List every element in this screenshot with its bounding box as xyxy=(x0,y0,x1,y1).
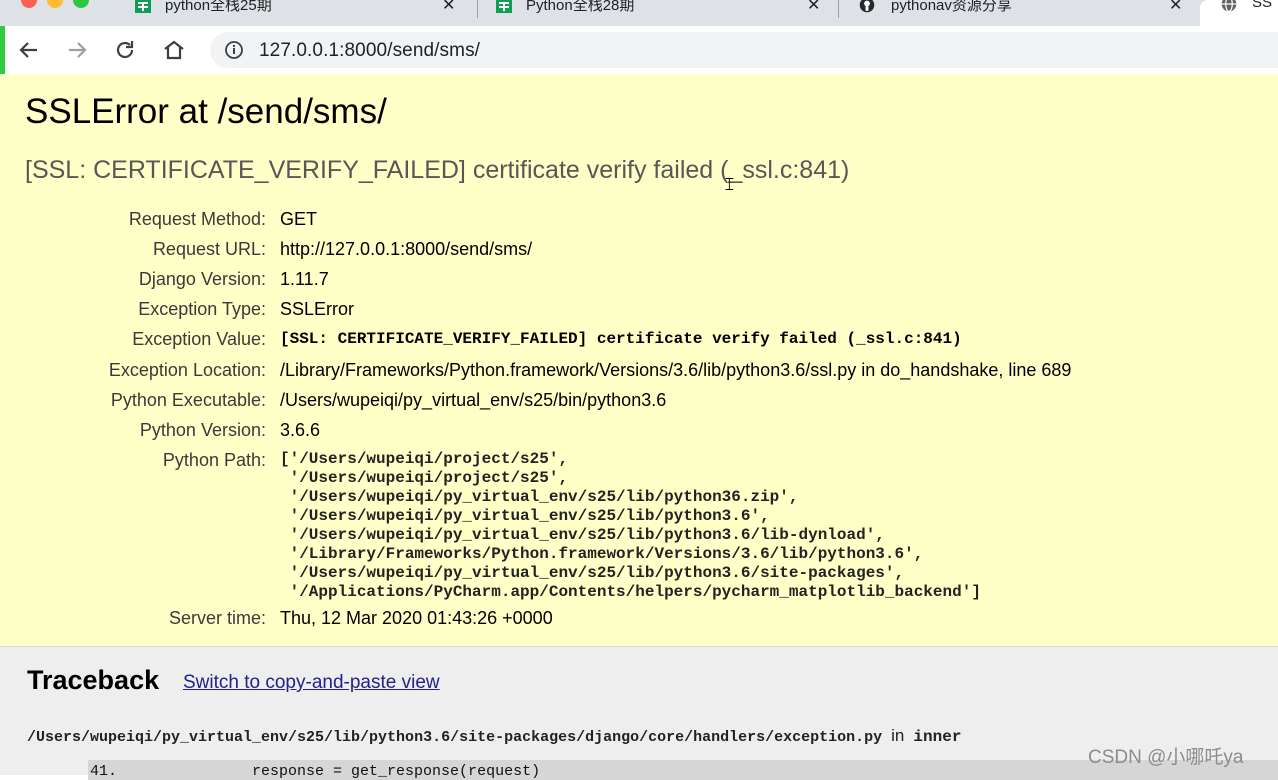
meta-value: 3.6.6 xyxy=(280,420,321,440)
meta-value: [SSL: CERTIFICATE_VERIFY_FAILED] certifi… xyxy=(280,330,962,348)
tab-close-icon[interactable]: ✕ xyxy=(1169,0,1182,15)
tab-title: SS xyxy=(1252,0,1273,11)
browser-toolbar: 127.0.0.1:8000/send/sms/ xyxy=(0,26,1278,74)
meta-value: /Users/wupeiqi/py_virtual_env/s25/bin/py… xyxy=(280,390,667,410)
meta-label: Python Executable: xyxy=(110,390,266,410)
meta-label: Python Version: xyxy=(139,420,266,440)
reload-icon xyxy=(116,41,134,59)
meta-label: Exception Location: xyxy=(108,360,266,380)
sheets-icon xyxy=(496,0,512,13)
window-close-button[interactable] xyxy=(21,0,37,8)
meta-label: Request URL: xyxy=(152,239,266,259)
traceback-title: Traceback xyxy=(27,665,160,695)
csdn-watermark: CSDN @小哪吒ya xyxy=(1088,747,1244,768)
window-minimize-button[interactable] xyxy=(47,0,63,8)
info-icon[interactable] xyxy=(224,40,244,60)
home-button[interactable] xyxy=(160,36,188,64)
meta-label: Server time: xyxy=(168,608,266,628)
address-bar[interactable]: 127.0.0.1:8000/send/sms/ xyxy=(210,32,1278,68)
back-button[interactable] xyxy=(15,36,43,64)
forward-button[interactable] xyxy=(63,36,91,64)
meta-value: http://127.0.0.1:8000/send/sms/ xyxy=(280,239,533,259)
error-summary: SSLError at /send/sms/ [SSL: CERTIFICATE… xyxy=(0,74,1278,647)
home-icon xyxy=(164,40,184,60)
traceback-frame-file[interactable]: /Users/wupeiqi/py_virtual_env/s25/lib/py… xyxy=(27,726,961,746)
tab-divider xyxy=(838,0,839,18)
tab-close-icon[interactable]: ✕ xyxy=(807,0,820,15)
meta-label: Python Path: xyxy=(162,450,266,470)
meta-value: 1.11.7 xyxy=(280,269,329,289)
tab-close-icon[interactable]: ✕ xyxy=(442,0,455,15)
tab-divider xyxy=(477,0,478,18)
tab-title: pythonav资源分享 xyxy=(891,0,1012,14)
meta-value: GET xyxy=(280,209,318,229)
tab-pythonav[interactable]: pythonav资源分享 ✕ xyxy=(856,0,1186,26)
meta-value: SSLError xyxy=(280,299,355,319)
arrow-left-icon xyxy=(19,42,37,58)
arrow-right-icon xyxy=(69,42,87,58)
page-title: SSLError at /send/sms/ xyxy=(25,92,387,131)
frame-file-path: /Users/wupeiqi/py_virtual_env/s25/lib/py… xyxy=(27,729,883,746)
meta-label: Django Version: xyxy=(138,269,266,289)
meta-value: /Library/Frameworks/Python.framework/Ver… xyxy=(280,360,1072,380)
globe-icon xyxy=(1221,0,1237,12)
github-icon xyxy=(859,0,875,13)
meta-label: Exception Type: xyxy=(138,299,266,319)
meta-label: Exception Value: xyxy=(132,329,266,349)
tab-strip: python全栈25期 ✕ Python全栈28期 ✕ pythonav资源分享… xyxy=(0,0,1278,26)
tab-python28[interactable]: Python全栈28期 ✕ xyxy=(496,0,826,26)
address-url[interactable]: 127.0.0.1:8000/send/sms/ xyxy=(259,40,480,62)
tab-title: Python全栈28期 xyxy=(526,0,635,14)
switch-copy-paste-link[interactable]: Switch to copy-and-paste view xyxy=(183,672,440,694)
reload-button[interactable] xyxy=(111,36,139,64)
python-path-value: ['/Users/wupeiqi/project/s25', '/Users/w… xyxy=(280,450,981,601)
sheets-icon xyxy=(135,0,151,13)
text-cursor-icon: 𝙸 xyxy=(723,174,736,194)
tab-active[interactable]: SS xyxy=(1200,0,1278,26)
meta-label: Request Method: xyxy=(128,209,266,229)
code-line: 41. response = get_response(request) xyxy=(90,763,541,780)
frame-function: inner xyxy=(913,728,962,746)
tab-title: python全栈25期 xyxy=(165,0,272,14)
traceback-section: Traceback Switch to copy-and-paste view … xyxy=(0,647,1278,780)
frame-in-word: in xyxy=(891,726,905,745)
tab-python25[interactable]: python全栈25期 ✕ xyxy=(135,0,465,26)
meta-value: Thu, 12 Mar 2020 01:43:26 +0000 xyxy=(280,608,553,628)
window-zoom-button[interactable] xyxy=(73,0,89,8)
